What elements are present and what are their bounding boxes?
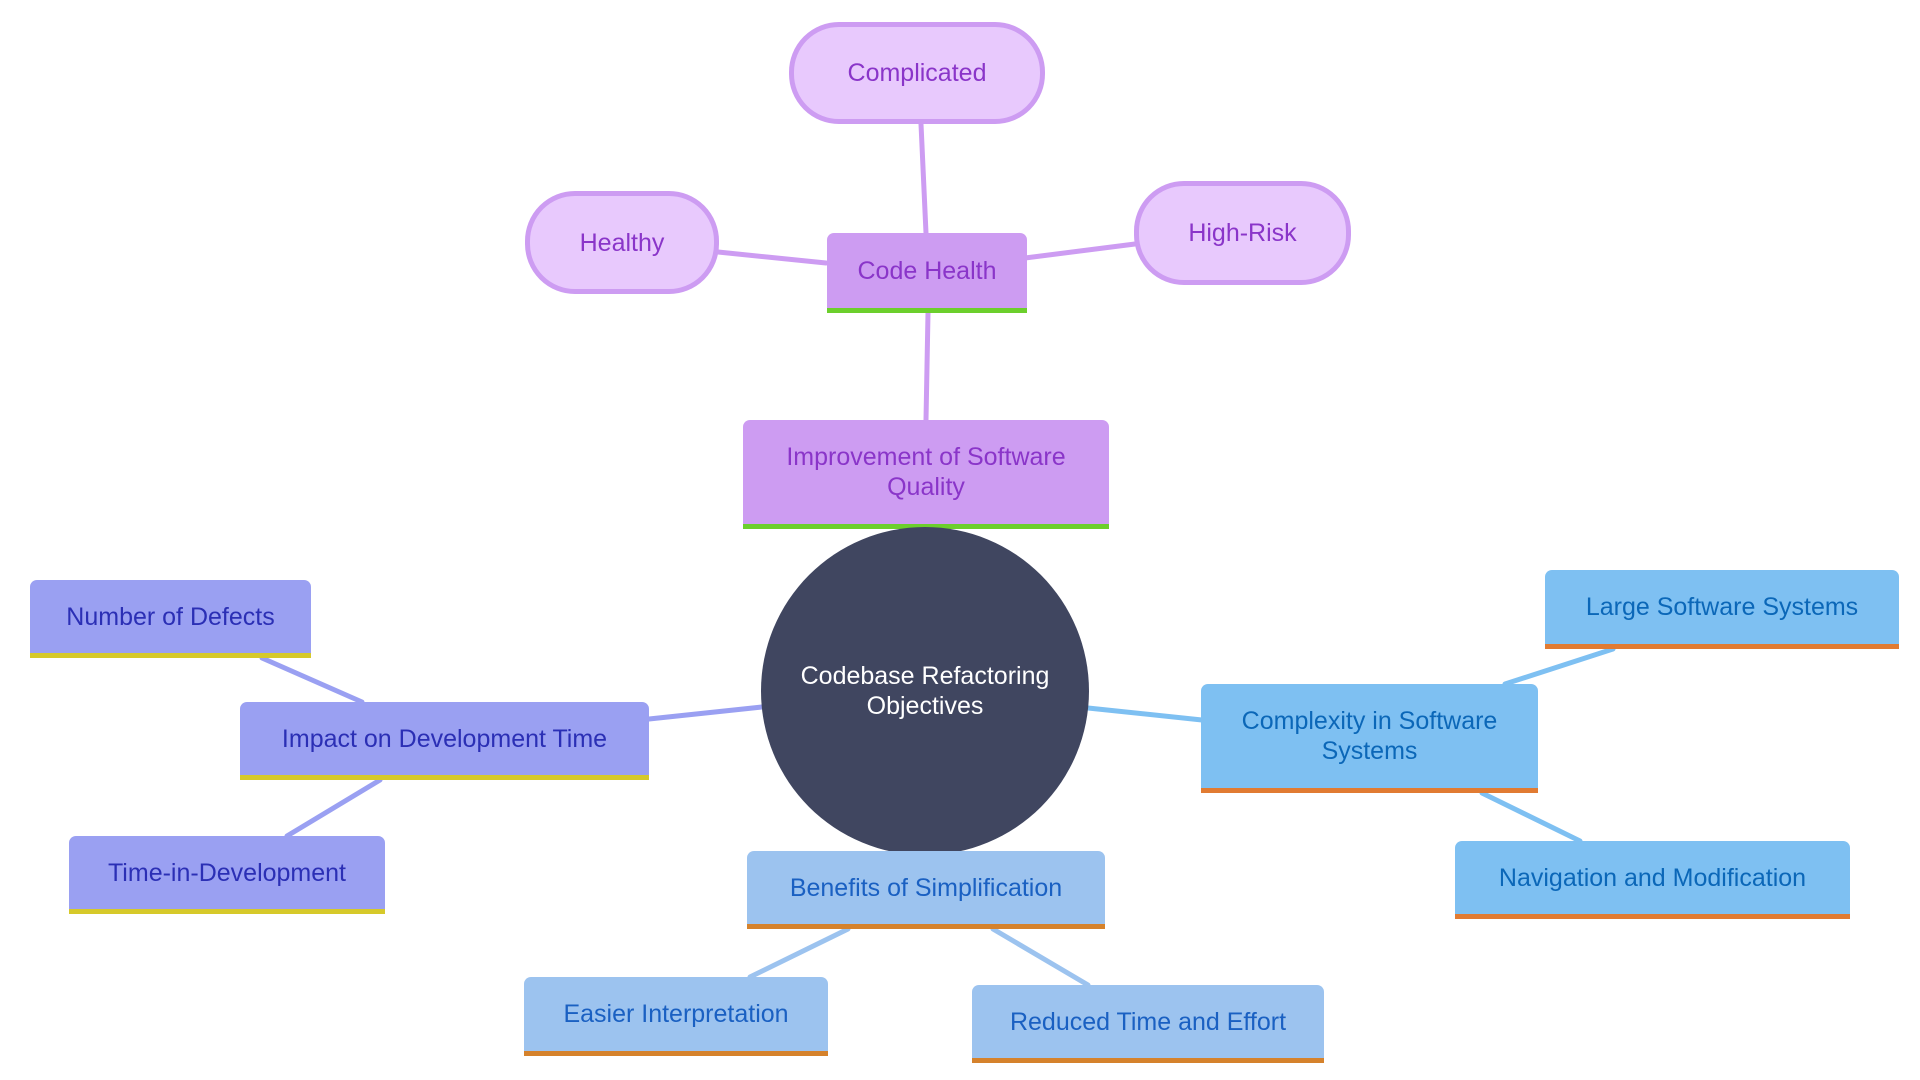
- root-label: Codebase Refactoring Objectives: [800, 662, 1050, 720]
- leaf-complicated[interactable]: Complicated: [789, 22, 1045, 124]
- edge-root-complexity: [1085, 705, 1205, 723]
- edge-root-time: [646, 704, 765, 722]
- node-code-health[interactable]: Code Health: [827, 233, 1027, 313]
- node-complexity-in-software-systems[interactable]: Complexity in Software Systems: [1201, 684, 1538, 793]
- leaf-number-of-defects[interactable]: Number of Defects: [30, 580, 311, 658]
- edge-quality-codehealth: [923, 310, 931, 423]
- root-node[interactable]: Codebase Refactoring Objectives: [761, 527, 1089, 855]
- leaf-high-risk[interactable]: High-Risk: [1134, 181, 1351, 285]
- node-impact-on-development-time[interactable]: Impact on Development Time: [240, 702, 649, 780]
- edge-simplification-easier: [747, 926, 851, 980]
- edge-simplification-reduced: [990, 926, 1091, 988]
- leaf-navigation-and-modification[interactable]: Navigation and Modification: [1455, 841, 1850, 919]
- leaf-time-in-development[interactable]: Time-in-Development: [69, 836, 385, 914]
- edge-codehealth-complicated: [918, 121, 929, 236]
- leaf-large-software-systems[interactable]: Large Software Systems: [1545, 570, 1899, 649]
- edge-time-timeindev: [284, 777, 383, 839]
- edge-codehealth-highrisk: [1022, 241, 1138, 261]
- edge-codehealth-healthy: [715, 249, 829, 266]
- node-improvement-of-software-quality[interactable]: Improvement of Software Quality: [743, 420, 1109, 529]
- node-benefits-of-simplification[interactable]: Benefits of Simplification: [747, 851, 1105, 929]
- leaf-healthy[interactable]: Healthy: [525, 191, 719, 294]
- leaf-easier-interpretation[interactable]: Easier Interpretation: [524, 977, 828, 1056]
- leaf-reduced-time-and-effort[interactable]: Reduced Time and Effort: [972, 985, 1324, 1063]
- edge-time-defects: [259, 655, 365, 705]
- edge-complexity-large: [1502, 646, 1616, 687]
- edge-complexity-navigation: [1479, 790, 1583, 844]
